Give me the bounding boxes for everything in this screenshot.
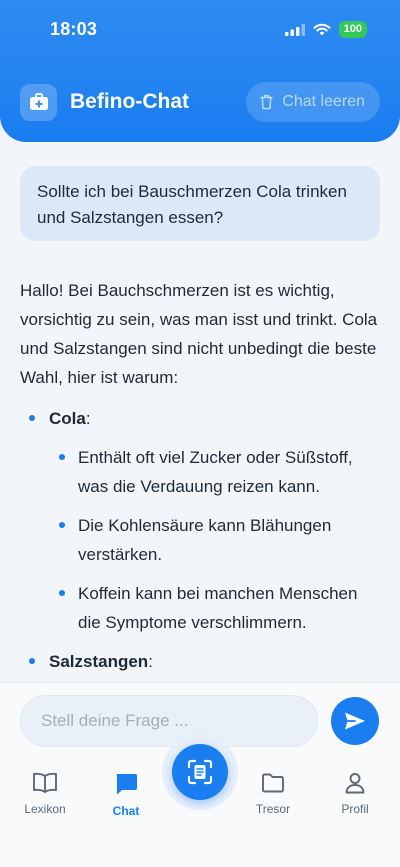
list-item: Cola: bbox=[20, 404, 380, 433]
chat-area[interactable]: Sollte ich bei Bauschmerzen Cola trinken… bbox=[0, 142, 400, 682]
page-title: Befino-Chat bbox=[70, 90, 189, 113]
nav-label-profil: Profil bbox=[341, 802, 369, 816]
list-item-title: Cola bbox=[49, 409, 86, 428]
status-time: 18:03 bbox=[50, 19, 98, 39]
list-subitem: Die Kohlensäure kann Blähungen verstärke… bbox=[20, 511, 380, 569]
scan-document-button[interactable] bbox=[172, 744, 228, 800]
nav-label-lexikon: Lexikon bbox=[24, 802, 66, 816]
person-icon bbox=[345, 773, 365, 794]
list-item: Salzstangen: bbox=[20, 647, 380, 676]
question-input[interactable] bbox=[20, 695, 318, 747]
bottom-nav: Lexikon Chat Tresor Profil bbox=[0, 734, 400, 867]
app-header: 18:03 100 Befino-Chat Chat leeren bbox=[0, 0, 400, 142]
nav-label-tresor: Tresor bbox=[255, 802, 291, 816]
folder-icon bbox=[262, 773, 284, 793]
nav-item-profil[interactable]: Profil bbox=[320, 772, 390, 816]
medical-kit-icon bbox=[20, 83, 57, 121]
send-button[interactable] bbox=[331, 697, 379, 745]
battery-indicator: 100 bbox=[338, 21, 367, 38]
chat-icon bbox=[116, 774, 137, 795]
signal-icon bbox=[284, 23, 305, 36]
answer-intro: Hallo! Bei Bauchschmerzen ist es wichtig… bbox=[20, 281, 378, 387]
list-item-title: Salzstangen bbox=[49, 652, 149, 671]
clear-chat-label: Chat leeren bbox=[282, 93, 365, 110]
send-icon bbox=[345, 712, 365, 730]
status-bar: 18:03 100 bbox=[0, 0, 400, 60]
book-icon bbox=[33, 772, 57, 793]
system-indicators: 100 bbox=[284, 21, 367, 38]
nav-item-lexikon[interactable]: Lexikon bbox=[10, 772, 80, 816]
wifi-icon bbox=[313, 23, 331, 36]
clear-chat-button[interactable]: Chat leeren bbox=[246, 82, 380, 122]
nav-item-chat[interactable]: Chat bbox=[91, 772, 161, 818]
list-subitem: Koffein kann bei manchen Menschen die Sy… bbox=[20, 579, 380, 637]
nav-label-chat: Chat bbox=[112, 804, 140, 818]
nav-item-tresor[interactable]: Tresor bbox=[238, 772, 308, 816]
trash-icon bbox=[260, 94, 274, 110]
user-message-bubble: Sollte ich bei Bauschmerzen Cola trinken… bbox=[20, 166, 380, 241]
scan-document-icon bbox=[187, 759, 213, 785]
assistant-message: Hallo! Bei Bauchschmerzen ist es wichtig… bbox=[20, 276, 380, 682]
list-subitem: Enthält oft viel Zucker oder Süßstoff, w… bbox=[20, 443, 380, 501]
title-bar: Befino-Chat Chat leeren bbox=[20, 82, 380, 122]
